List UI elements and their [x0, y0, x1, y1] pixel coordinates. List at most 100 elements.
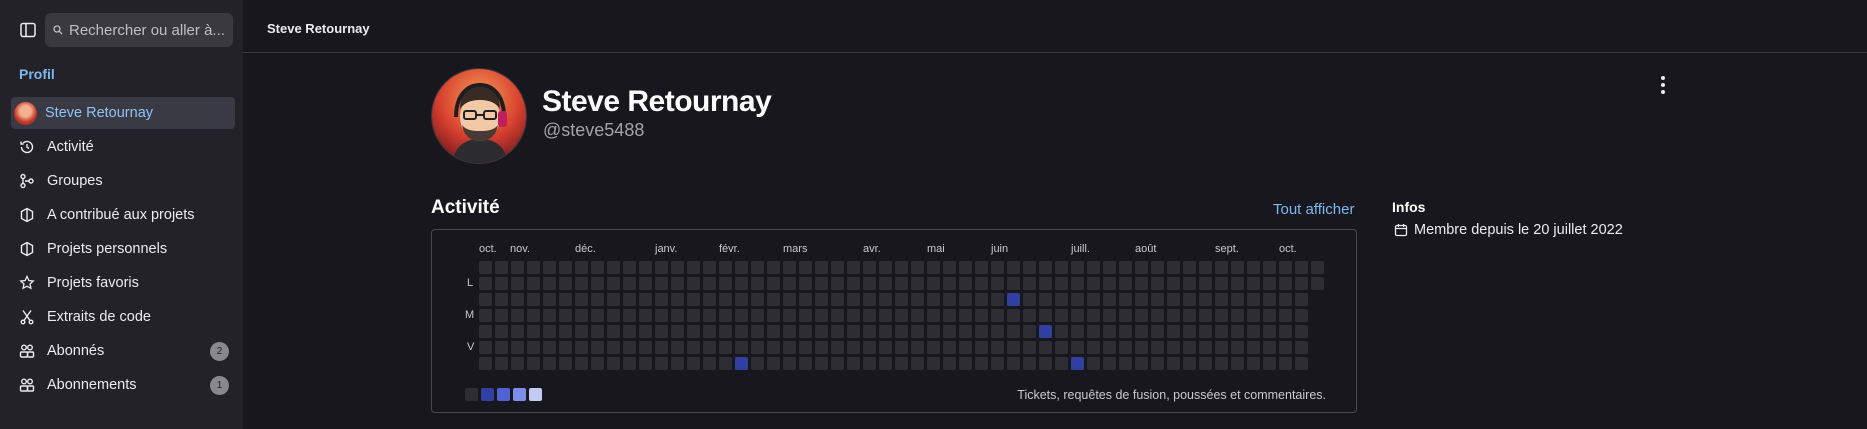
- activity-cell[interactable]: [1023, 293, 1036, 306]
- activity-cell[interactable]: [767, 309, 780, 322]
- activity-cell[interactable]: [959, 309, 972, 322]
- activity-cell[interactable]: [1071, 325, 1084, 338]
- activity-cell[interactable]: [1167, 341, 1180, 354]
- activity-cell[interactable]: [1135, 325, 1148, 338]
- activity-cell[interactable]: [1295, 357, 1308, 370]
- activity-cell[interactable]: [655, 293, 668, 306]
- activity-cell[interactable]: [1279, 293, 1292, 306]
- activity-cell[interactable]: [1087, 357, 1100, 370]
- activity-cell[interactable]: [671, 293, 684, 306]
- activity-cell[interactable]: [575, 325, 588, 338]
- activity-cell[interactable]: [847, 293, 860, 306]
- activity-cell[interactable]: [847, 277, 860, 290]
- activity-cell[interactable]: [1231, 261, 1244, 274]
- activity-cell[interactable]: [1135, 341, 1148, 354]
- activity-cell[interactable]: [495, 325, 508, 338]
- activity-cell[interactable]: [943, 261, 956, 274]
- activity-cell[interactable]: [911, 277, 924, 290]
- activity-cell[interactable]: [1007, 357, 1020, 370]
- activity-cell[interactable]: [1167, 325, 1180, 338]
- activity-cell[interactable]: [1055, 309, 1068, 322]
- activity-cell[interactable]: [783, 293, 796, 306]
- activity-cell[interactable]: [623, 325, 636, 338]
- activity-cell[interactable]: [575, 357, 588, 370]
- activity-cell[interactable]: [911, 261, 924, 274]
- activity-cell[interactable]: [975, 341, 988, 354]
- activity-cell[interactable]: [655, 277, 668, 290]
- activity-cell[interactable]: [1071, 261, 1084, 274]
- activity-cell[interactable]: [511, 277, 524, 290]
- activity-cell[interactable]: [879, 357, 892, 370]
- activity-cell[interactable]: [1135, 261, 1148, 274]
- activity-cell[interactable]: [1263, 341, 1276, 354]
- activity-cell[interactable]: [687, 341, 700, 354]
- activity-cell[interactable]: [975, 325, 988, 338]
- activity-cell-active[interactable]: [735, 357, 748, 370]
- activity-cell[interactable]: [831, 309, 844, 322]
- activity-cell[interactable]: [1039, 277, 1052, 290]
- activity-cell[interactable]: [751, 309, 764, 322]
- activity-cell[interactable]: [607, 325, 620, 338]
- activity-cell[interactable]: [751, 261, 764, 274]
- activity-cell[interactable]: [1135, 277, 1148, 290]
- activity-cell[interactable]: [1263, 293, 1276, 306]
- activity-cell[interactable]: [767, 261, 780, 274]
- activity-cell[interactable]: [863, 341, 876, 354]
- activity-cell[interactable]: [559, 325, 572, 338]
- activity-cell[interactable]: [799, 357, 812, 370]
- activity-cell[interactable]: [559, 277, 572, 290]
- activity-cell[interactable]: [1119, 261, 1132, 274]
- activity-cell[interactable]: [543, 325, 556, 338]
- activity-cell[interactable]: [1151, 341, 1164, 354]
- activity-cell[interactable]: [1023, 309, 1036, 322]
- activity-cell[interactable]: [1263, 357, 1276, 370]
- activity-cell[interactable]: [479, 261, 492, 274]
- activity-cell[interactable]: [1167, 357, 1180, 370]
- activity-cell[interactable]: [1007, 309, 1020, 322]
- activity-cell[interactable]: [1103, 277, 1116, 290]
- activity-cell[interactable]: [527, 357, 540, 370]
- activity-cell[interactable]: [495, 309, 508, 322]
- activity-cell[interactable]: [543, 277, 556, 290]
- activity-cell[interactable]: [639, 293, 652, 306]
- activity-cell[interactable]: [895, 341, 908, 354]
- activity-cell[interactable]: [751, 341, 764, 354]
- activity-cell[interactable]: [543, 309, 556, 322]
- activity-cell[interactable]: [847, 309, 860, 322]
- activity-cell[interactable]: [1295, 293, 1308, 306]
- activity-cell[interactable]: [863, 261, 876, 274]
- activity-cell[interactable]: [495, 341, 508, 354]
- activity-cell[interactable]: [1007, 341, 1020, 354]
- activity-cell[interactable]: [831, 277, 844, 290]
- activity-cell[interactable]: [639, 357, 652, 370]
- activity-cell[interactable]: [703, 293, 716, 306]
- sidebar-item-profile[interactable]: Steve Retournay: [11, 97, 235, 129]
- activity-cell[interactable]: [1103, 357, 1116, 370]
- activity-cell[interactable]: [495, 357, 508, 370]
- activity-cell[interactable]: [1071, 277, 1084, 290]
- search-input[interactable]: Rechercher ou aller à...: [45, 13, 233, 47]
- activity-cell[interactable]: [1119, 357, 1132, 370]
- activity-cell[interactable]: [655, 357, 668, 370]
- activity-cell[interactable]: [1199, 261, 1212, 274]
- activity-cell[interactable]: [1247, 341, 1260, 354]
- activity-cell[interactable]: [591, 341, 604, 354]
- activity-cell[interactable]: [527, 325, 540, 338]
- activity-cell[interactable]: [1279, 357, 1292, 370]
- activity-cell[interactable]: [1055, 277, 1068, 290]
- activity-cell[interactable]: [975, 293, 988, 306]
- activity-cell[interactable]: [1199, 293, 1212, 306]
- activity-cell[interactable]: [1119, 277, 1132, 290]
- activity-cell[interactable]: [1151, 293, 1164, 306]
- activity-cell[interactable]: [1039, 293, 1052, 306]
- activity-cell[interactable]: [1215, 277, 1228, 290]
- activity-cell[interactable]: [927, 309, 940, 322]
- activity-cell[interactable]: [959, 357, 972, 370]
- activity-cell[interactable]: [1087, 341, 1100, 354]
- activity-cell[interactable]: [1087, 309, 1100, 322]
- activity-cell[interactable]: [991, 261, 1004, 274]
- activity-cell[interactable]: [1167, 277, 1180, 290]
- activity-cell[interactable]: [783, 277, 796, 290]
- activity-cell[interactable]: [719, 357, 732, 370]
- activity-cell[interactable]: [911, 341, 924, 354]
